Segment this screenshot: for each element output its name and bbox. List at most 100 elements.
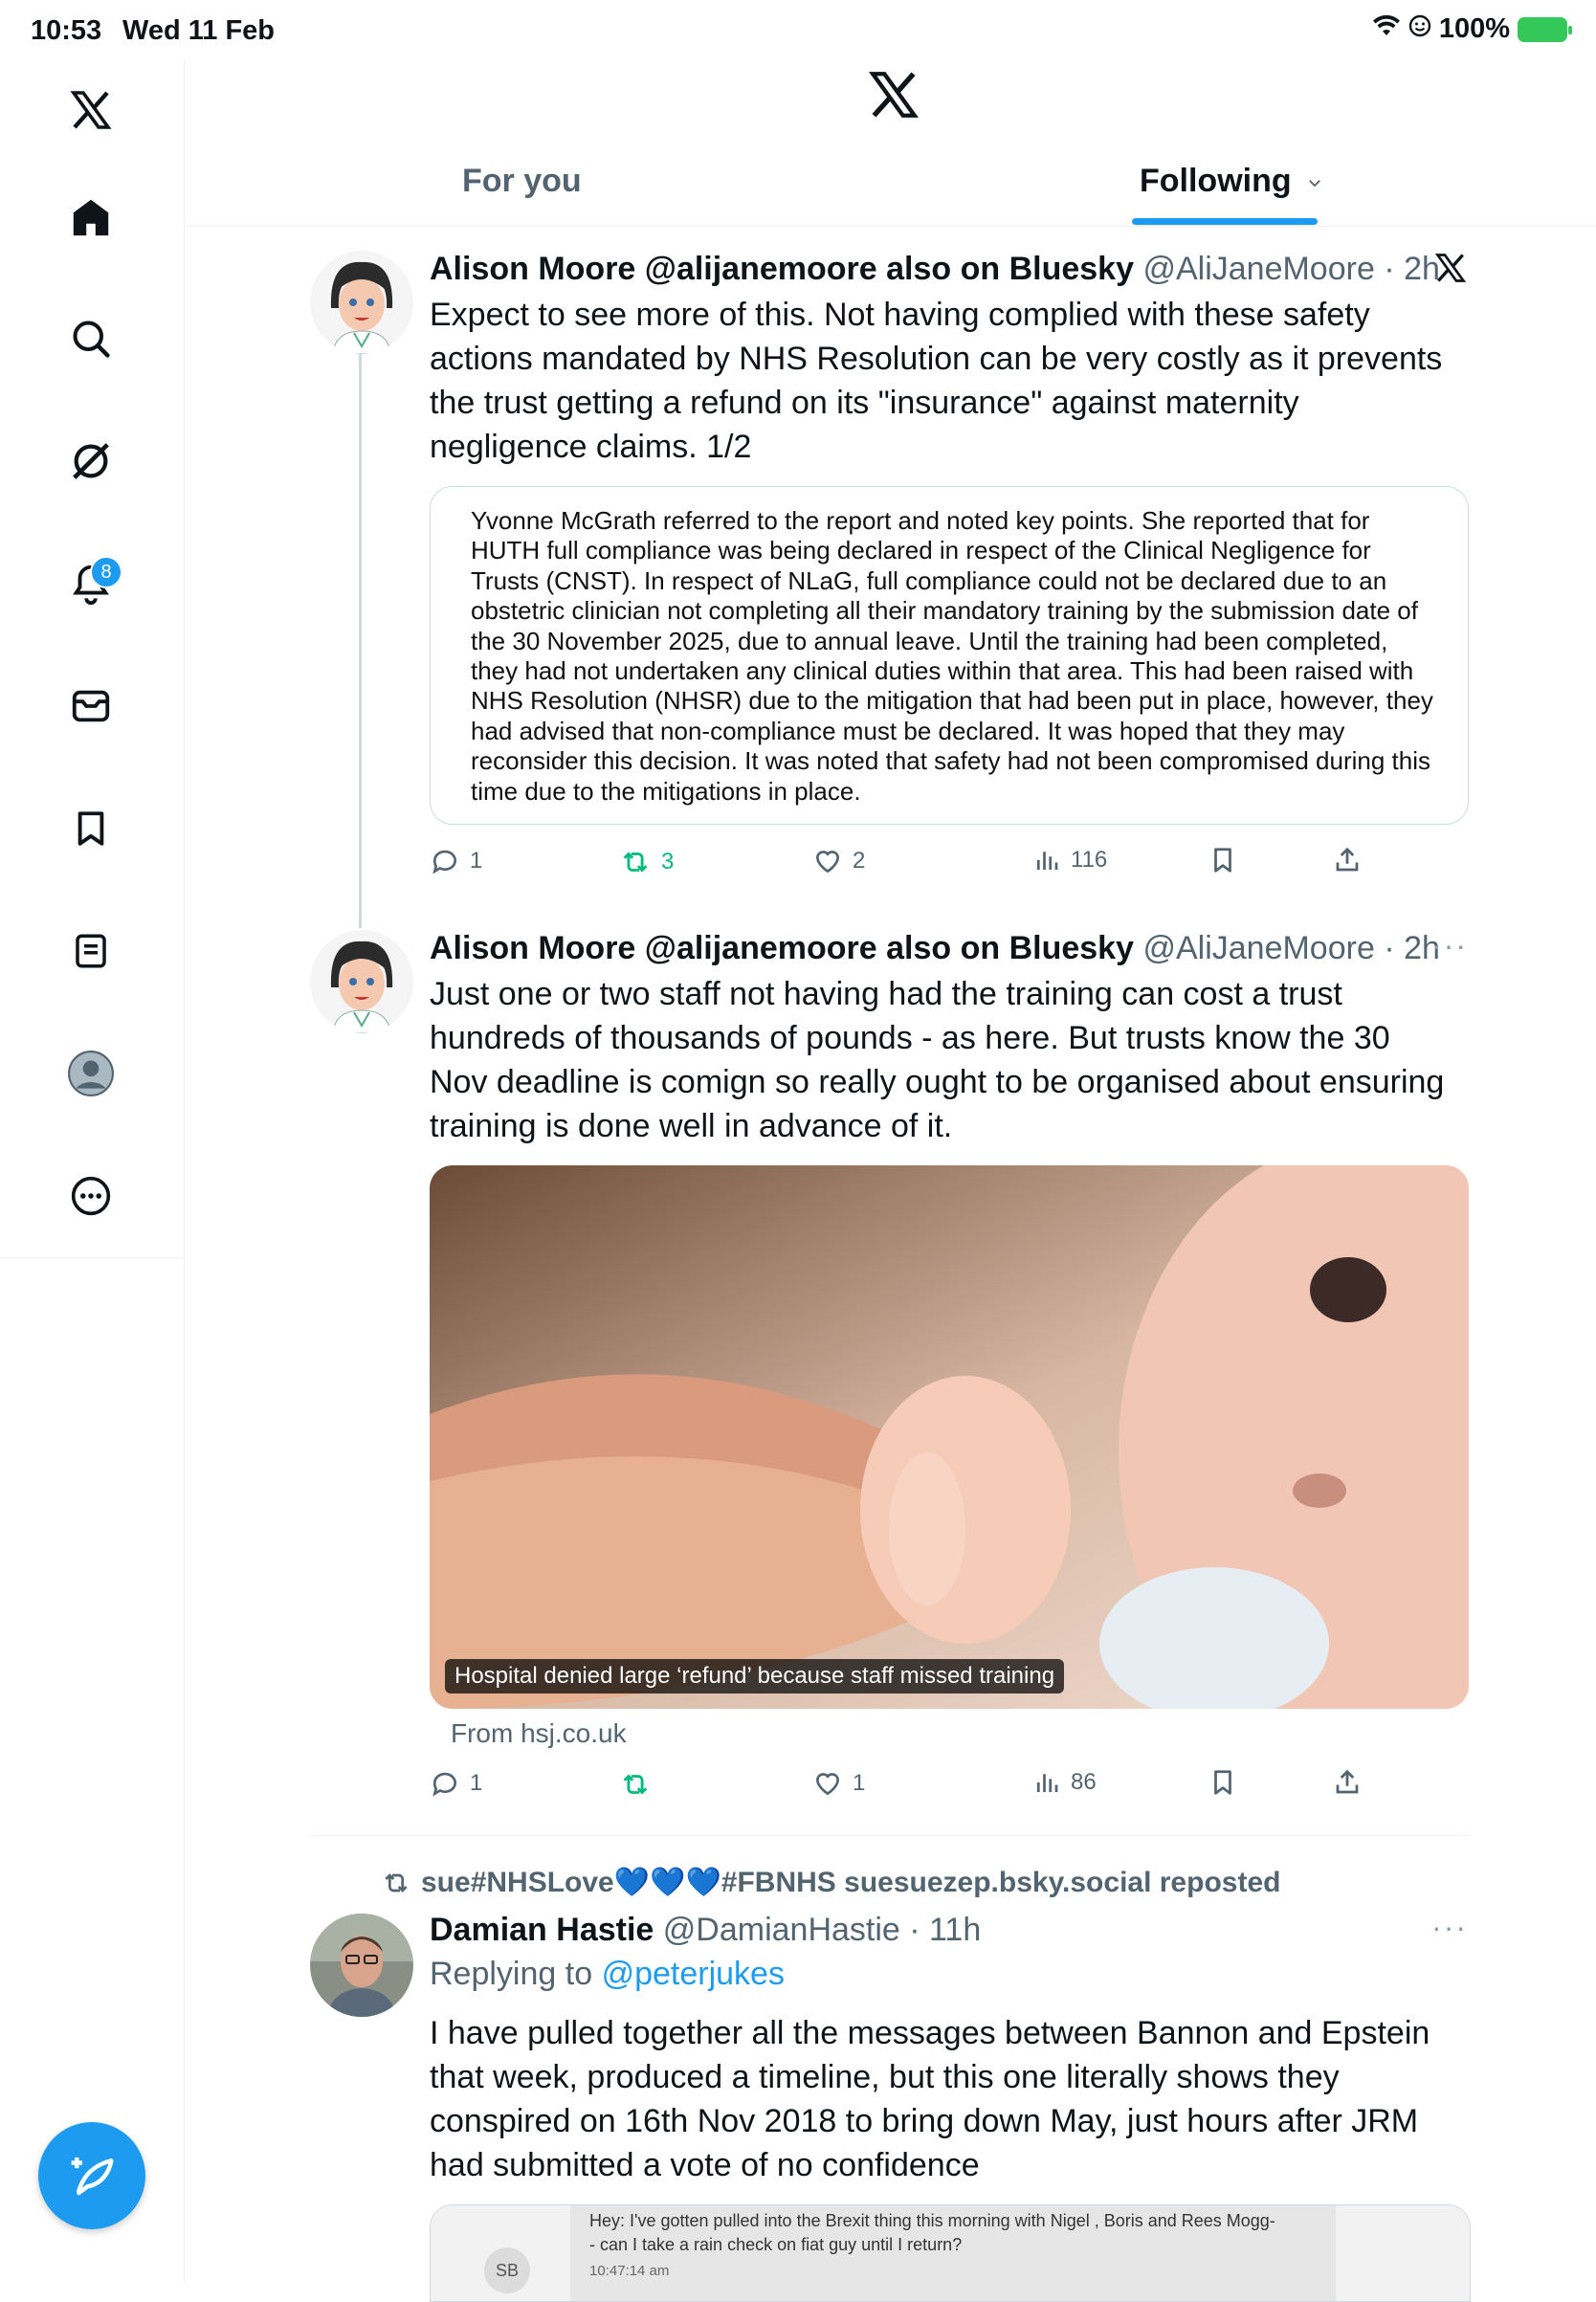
notifications-badge: 8	[90, 556, 122, 588]
tweet[interactable]: Damian Hastie @DamianHastie · 11h ··· Re…	[310, 1910, 1471, 2302]
status-right: 100%	[1372, 13, 1572, 45]
status-bar: 10:53 Wed 11 Feb 100%	[0, 0, 1596, 59]
like-count: 1	[853, 1770, 866, 1796]
image-text: Yvonne McGrath referred to the report an…	[471, 506, 1433, 806]
reposted-by-text: sue#NHSLove💙💙💙#FBNHS suesuezep.bsky.soci…	[421, 1867, 1281, 1898]
bookmarks-icon[interactable]	[57, 795, 124, 862]
views-count: 116	[1071, 847, 1108, 873]
tab-for-you[interactable]: For you	[462, 163, 582, 200]
grok-icon[interactable]	[57, 428, 124, 495]
bookmark-icon	[1214, 848, 1231, 873]
bookmark-button[interactable]	[1208, 1768, 1237, 1797]
repost-count: 3	[661, 849, 675, 874]
repost-context[interactable]: sue#NHSLove💙💙💙#FBNHS suesuezep.bsky.soci…	[381, 1866, 1280, 1899]
reply-icon	[432, 1772, 456, 1797]
display-name[interactable]: Alison Moore @alijanemoore also on Blues…	[430, 930, 1134, 966]
tweet[interactable]: Alison Moore @alijanemoore also on Blues…	[310, 928, 1469, 1810]
replying-to-prefix: Replying to	[430, 1956, 593, 1992]
tweet-divider	[310, 1835, 1468, 1836]
views-count: 86	[1071, 1769, 1097, 1795]
status-date: Wed 11 Feb	[122, 15, 276, 46]
focus-icon	[1408, 13, 1431, 45]
heart-icon	[815, 1773, 840, 1796]
profile-icon[interactable]	[57, 1040, 124, 1107]
more-options-icon[interactable]: ···	[1431, 1910, 1468, 1945]
reply-button[interactable]: 1	[430, 846, 482, 876]
display-name[interactable]: Damian Hastie	[430, 1912, 654, 1948]
like-button[interactable]: 1	[812, 1768, 865, 1799]
analytics-icon	[1036, 852, 1058, 870]
like-button[interactable]: 2	[812, 846, 865, 876]
compose-button[interactable]	[38, 2122, 145, 2229]
search-icon[interactable]	[57, 305, 124, 372]
replying-to-handle[interactable]: @peterjukes	[602, 1956, 785, 1992]
views-button[interactable]: 116	[1032, 846, 1107, 874]
tweet-text: Expect to see more of this. Not having c…	[430, 297, 1443, 465]
notifications-icon[interactable]: 8	[57, 550, 124, 617]
share-icon	[1336, 1769, 1359, 1794]
user-handle[interactable]: @AliJaneMoore	[1142, 251, 1374, 287]
share-icon	[1336, 847, 1359, 872]
card-source-link[interactable]: From hsj.co.uk	[451, 1718, 627, 1749]
tweet-time[interactable]: · 11h	[909, 1912, 981, 1948]
tab-following-label: Following	[1140, 163, 1292, 199]
views-button[interactable]: 86	[1032, 1768, 1097, 1797]
message-text: Hey: I've gotten pulled into the Brexit …	[589, 2211, 1275, 2254]
tab-active-indicator	[1132, 218, 1318, 225]
x-logo-icon	[1433, 251, 1468, 290]
message-time: 10:47:14 am	[589, 2263, 670, 2279]
tweet-actions: 1 3 2 116	[430, 846, 1386, 888]
reply-count: 1	[470, 1770, 483, 1796]
user-handle[interactable]: @DamianHastie	[663, 1912, 900, 1948]
tweet-text: Just one or two staff not having had the…	[430, 976, 1445, 1144]
like-count: 2	[853, 848, 866, 874]
tweet-header: Alison Moore @alijanemoore also on Blues…	[430, 251, 1440, 288]
status-time: 10:53	[31, 15, 102, 46]
repost-button[interactable]	[619, 1768, 661, 1801]
tweet-header: Alison Moore @alijanemoore also on Blues…	[430, 930, 1440, 967]
x-logo-icon[interactable]	[57, 77, 124, 144]
avatar[interactable]	[310, 1914, 413, 2017]
bookmark-button[interactable]	[1208, 846, 1237, 874]
share-button[interactable]	[1333, 846, 1362, 874]
home-icon[interactable]	[57, 184, 124, 251]
wifi-icon	[1372, 13, 1401, 45]
repost-icon	[623, 852, 648, 873]
tab-following[interactable]: Following	[1140, 163, 1323, 200]
battery-icon	[1518, 16, 1572, 42]
more-icon[interactable]	[57, 1162, 124, 1229]
timeline-header: For you Following	[185, 59, 1596, 227]
x-logo-icon[interactable]	[866, 67, 921, 127]
repost-icon	[623, 1774, 648, 1795]
avatar[interactable]	[310, 930, 413, 1033]
link-card-image[interactable]: Hospital denied large ‘refund’ because s…	[430, 1165, 1469, 1709]
repost-button[interactable]: 3	[619, 846, 674, 878]
tweet-text: I have pulled together all the messages …	[430, 2015, 1430, 2183]
battery-percent: 100%	[1438, 13, 1510, 44]
card-title: Hospital denied large ‘refund’ because s…	[445, 1659, 1065, 1693]
bookmark-icon	[1214, 1770, 1231, 1795]
chevron-down-icon	[1309, 180, 1321, 188]
sidebar-divider	[0, 1257, 184, 1258]
replying-to: Replying to @peterjukes	[430, 1956, 785, 1993]
lists-icon[interactable]	[57, 918, 124, 985]
message-avatar: SB	[484, 2247, 530, 2293]
more-options-icon[interactable]: ···	[1431, 928, 1468, 963]
feather-plus-icon	[71, 2157, 114, 2196]
heart-icon	[815, 851, 840, 874]
repost-icon	[385, 1872, 408, 1893]
avatar[interactable]	[310, 251, 413, 354]
tweet-image[interactable]: SB Hey: I've gotten pulled into the Brex…	[430, 2204, 1471, 2302]
share-button[interactable]	[1333, 1768, 1362, 1797]
messages-icon[interactable]	[57, 673, 124, 740]
tweet-image[interactable]: Yvonne McGrath referred to the report an…	[430, 486, 1469, 825]
sidebar-nav: 8	[0, 59, 185, 2285]
tweet-actions: 1 1 86	[430, 1768, 1386, 1810]
analytics-icon	[1036, 1774, 1058, 1792]
tweet-header: Damian Hastie @DamianHastie · 11h	[430, 1912, 981, 1949]
reply-button[interactable]: 1	[430, 1768, 482, 1799]
tweet-time[interactable]: · 2h	[1384, 251, 1440, 287]
display-name[interactable]: Alison Moore @alijanemoore also on Blues…	[430, 251, 1134, 287]
user-handle[interactable]: @AliJaneMoore	[1142, 930, 1374, 966]
tweet[interactable]: Alison Moore @alijanemoore also on Blues…	[310, 251, 1469, 882]
